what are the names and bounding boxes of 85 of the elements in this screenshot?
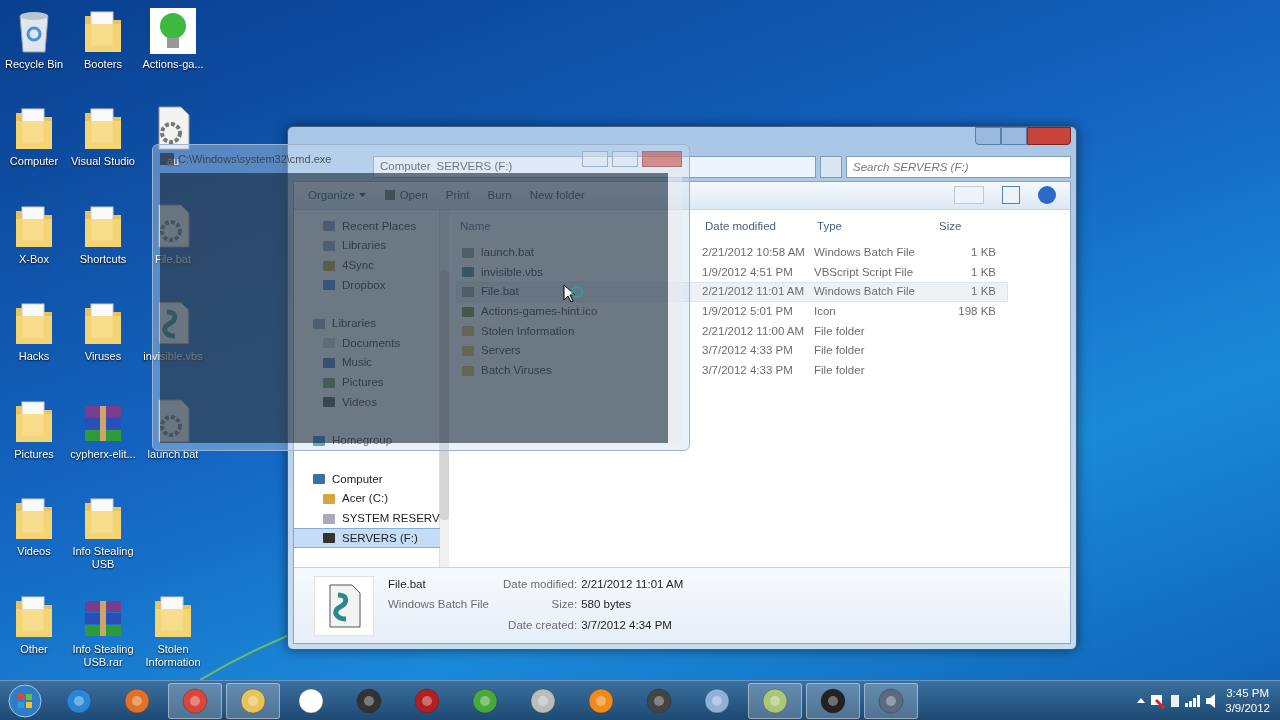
type-cell-text: VBScript Script File xyxy=(814,264,915,280)
search-field[interactable]: Search SERVERS (F:) xyxy=(846,155,1071,178)
desktop-icon-label[interactable]: Pictures xyxy=(0,448,70,461)
desktop-icon-label[interactable]: Booters xyxy=(67,58,139,71)
date-cell-text: 1/9/2012 4:51 PM xyxy=(702,264,794,280)
date-cell-text: 3/7/2012 4:33 PM xyxy=(702,343,794,359)
desktop-icon-label[interactable]: Other xyxy=(0,643,70,656)
size-cell-text: 198 KB xyxy=(957,303,996,319)
show-hidden-icons-icon xyxy=(1137,698,1146,703)
refresh-button[interactable] xyxy=(820,155,842,178)
signal-bars-icon xyxy=(1185,694,1202,707)
file-row[interactable]: Actions-games-hint.ico 1/9/2012 5:01 PM Icon 198 KB xyxy=(456,301,1008,322)
clock-time[interactable]: 3:45 PM xyxy=(1226,685,1270,701)
minimize-button[interactable] xyxy=(975,127,1001,145)
size-cell-text: 1 KB xyxy=(970,244,996,260)
desktop-icon-label[interactable]: Actions-ga... xyxy=(137,58,209,71)
desktop-icon-label[interactable]: Recycle Bin xyxy=(0,58,70,71)
size-cell-text: 1 KB xyxy=(970,264,996,280)
desktop-icon-label[interactable]: Shortcuts xyxy=(67,253,139,266)
date-cell-text: 2/21/2012 11:01 AM xyxy=(702,284,806,300)
file-name: Stolen Information xyxy=(481,323,575,339)
details-value: 3/7/2012 4:34 PM xyxy=(581,617,673,633)
desktop-icon-label[interactable]: Info Stealing USB xyxy=(67,545,139,571)
file-name: Actions-games-hint.ico xyxy=(481,303,598,319)
details-value: 2/21/2012 11:01 AM xyxy=(581,577,684,592)
desktop-icon-label[interactable]: Stolen Information xyxy=(137,643,209,669)
details-label: Size: xyxy=(550,597,578,613)
nav-item[interactable]: SERVERS (F:) xyxy=(294,528,440,548)
maximize-button[interactable] xyxy=(1001,127,1027,145)
breadcrumb[interactable]: SERVERS (F:) xyxy=(436,158,513,176)
windows-orb-icon xyxy=(8,683,42,718)
file-row[interactable]: File.bat 2/21/2012 11:01 AM Windows Batch File 1 KB xyxy=(456,282,1008,302)
close-button[interactable] xyxy=(1027,127,1071,145)
light-bulb-icon xyxy=(150,8,196,54)
type-cell-text: Windows Batch File xyxy=(814,284,916,300)
desktop-icon-label[interactable]: Videos xyxy=(0,545,70,558)
file-row[interactable]: Stolen Information 2/21/2012 11:00 AM File folder xyxy=(456,321,1008,342)
nav-item[interactable]: Computer xyxy=(294,469,440,490)
breadcrumb[interactable]: Computer xyxy=(380,158,431,176)
file-row[interactable]: Servers 3/7/2012 4:33 PM File folder xyxy=(456,341,1008,361)
details-file-name: File.bat xyxy=(388,577,427,592)
size-cell-text: 1 KB xyxy=(970,284,996,300)
column-header[interactable]: Size xyxy=(935,218,995,236)
desktop-icon-label[interactable]: Viruses xyxy=(67,350,139,363)
speaker-icon xyxy=(1205,693,1216,708)
file-row[interactable]: invisible.vbs 1/9/2012 4:51 PM VBScript Script File 1 KB xyxy=(456,262,1008,283)
type-cell-text: File folder xyxy=(814,363,866,379)
file-name: Batch Viruses xyxy=(481,363,552,379)
type-cell-text: File folder xyxy=(814,323,866,339)
taskbar-button[interactable] xyxy=(806,682,860,719)
help-button[interactable] xyxy=(1038,186,1056,205)
nav-item[interactable]: SYSTEM RESERV xyxy=(294,508,440,529)
file-name: Servers xyxy=(481,343,521,359)
type-cell-text: File folder xyxy=(814,343,866,359)
desktop-icon-label[interactable]: Hacks xyxy=(0,350,70,363)
date-cell-text: 1/9/2012 5:01 PM xyxy=(702,303,794,319)
column-header[interactable]: Type xyxy=(813,218,935,236)
address-bar[interactable]: Computer SERVERS (F:) xyxy=(373,155,816,178)
desktop-icon-label[interactable]: launch.bat xyxy=(137,448,209,461)
type-cell-text: Windows Batch File xyxy=(814,244,916,260)
desktop-icon-label[interactable]: cypherx-elit... xyxy=(67,448,139,461)
file-row[interactable]: launch.bat 2/21/2012 10:58 AM Windows Batch File 1 KB xyxy=(456,242,1008,263)
clock-date[interactable]: 3/9/2012 xyxy=(1225,700,1270,716)
file-name: invisible.vbs xyxy=(481,264,543,280)
preview-pane-button[interactable] xyxy=(1002,186,1020,205)
desktop-icon-label[interactable]: Info Stealing USB.rar xyxy=(67,643,139,669)
taskbar-button[interactable] xyxy=(226,682,280,719)
column-header[interactable]: Date modified xyxy=(701,218,813,236)
dropdown-caret-icon xyxy=(358,193,366,198)
desktop-icon-label[interactable]: Visual Studio xyxy=(67,155,139,168)
details-value: 580 bytes xyxy=(581,597,632,613)
date-cell-text: 2/21/2012 10:58 AM xyxy=(702,244,806,260)
date-cell-text: 3/7/2012 4:33 PM xyxy=(702,363,794,379)
date-cell-text: 2/21/2012 11:00 AM xyxy=(702,323,806,339)
desktop-icon-label[interactable]: Computer xyxy=(0,155,70,168)
file-name: File.bat xyxy=(481,284,519,300)
file-row[interactable]: Batch Viruses 3/7/2012 4:33 PM File folder xyxy=(456,360,1008,381)
nav-item[interactable]: Acer (C:) xyxy=(294,489,440,509)
details-file-type: Windows Batch File xyxy=(388,597,489,613)
details-label: Date modified: xyxy=(503,577,578,592)
details-label: Date created: xyxy=(507,617,578,633)
scrollbar[interactable] xyxy=(439,209,449,567)
desktop-icon-label[interactable]: X-Box xyxy=(0,253,70,266)
file-name: launch.bat xyxy=(481,244,535,260)
type-cell-text: Icon xyxy=(814,303,837,319)
